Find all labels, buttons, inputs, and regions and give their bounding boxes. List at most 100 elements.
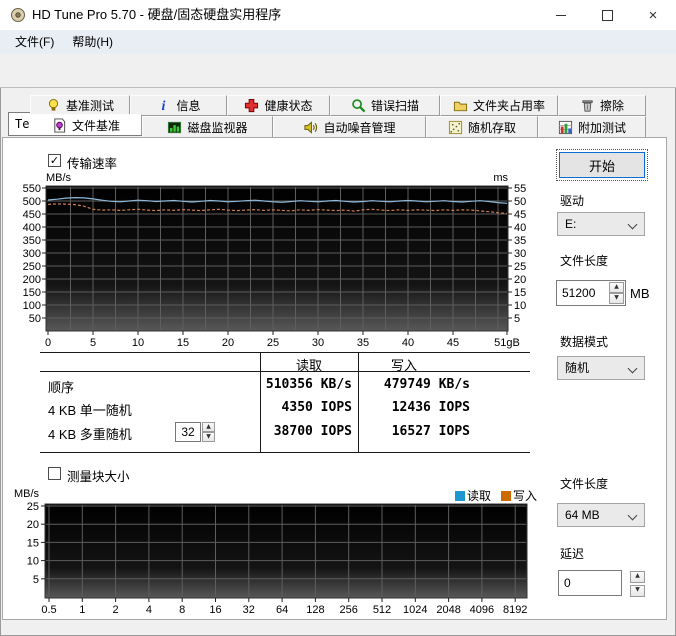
axis-tick-label: 25 — [514, 261, 526, 273]
write-value-0: 479749 KB/s — [383, 377, 470, 392]
chevron-down-icon — [627, 219, 638, 230]
axis-tick-label: 512 — [373, 604, 391, 616]
legend-label: 读取 — [467, 489, 492, 503]
check-icon: ✓ — [49, 154, 60, 167]
axis-tick-label: 45 — [447, 337, 459, 349]
axis-tick-label: MB/s — [14, 488, 40, 500]
delay-spin-down[interactable]: ▼ — [630, 585, 645, 597]
axis-tick-label: 30 — [312, 337, 324, 349]
axis-tick-label: 100 — [23, 300, 41, 312]
axis-tick-label: 25 — [267, 337, 279, 349]
queue-depth-spin-up[interactable]: ▲ — [202, 422, 215, 432]
file-length-value: 51200 — [562, 286, 596, 300]
block-size-chart: MB/s25 20 15 10 5 0.5 1 2 4 8 16 32 64 128 256 512 1024 2… — [14, 488, 528, 616]
file-length2-label: 文件长度 — [560, 477, 609, 491]
axis-tick-label: 2048 — [436, 604, 460, 616]
read-value-1: 4350 IOPS — [281, 400, 352, 415]
axis-tick-label: 40 — [514, 222, 526, 234]
read-value-0: 510356 KB/s — [265, 377, 352, 392]
axis-tick-label: 500 — [23, 196, 41, 208]
blocksize-chart-plot-area — [44, 503, 528, 599]
axis-tick-label: 1 — [79, 604, 85, 616]
column-header-read: 读取 — [295, 358, 322, 373]
axis-tick-label: 400 — [23, 222, 41, 234]
file-length-spin-up[interactable]: ▲ — [609, 282, 624, 293]
axis-tick-label: 15 — [27, 537, 39, 549]
axis-tick-label: 200 — [23, 274, 41, 286]
file-length2-value: 64 MB — [565, 508, 600, 522]
axis-tick-label: 5 — [514, 313, 520, 325]
transfer-rate-checkbox[interactable]: ✓ 传输速率 — [48, 154, 117, 171]
delay-spin-up[interactable]: ▲ — [630, 571, 645, 583]
delay-input[interactable]: 0 — [558, 570, 622, 596]
data-mode-select[interactable]: 随机 — [557, 356, 645, 380]
axis-tick-label: 50 — [29, 313, 41, 325]
axis-tick-label: 51gB — [494, 337, 520, 349]
block-size-label: 测量块大小 — [67, 470, 130, 484]
checkbox-box[interactable]: ✓ — [48, 154, 61, 167]
chart-legend: 读取 写入 — [455, 487, 537, 504]
axis-tick-label: 20 — [27, 519, 39, 531]
transfer-rate-label: 传输速率 — [67, 157, 118, 171]
tab-file-benchmark[interactable]: 文件基准 — [30, 114, 142, 135]
axis-tick-label: 15 — [514, 287, 526, 299]
row-label-0: 顺序 — [48, 380, 75, 395]
axis-tick-label: 32 — [243, 604, 255, 616]
drive-select-value: E: — [565, 217, 577, 231]
axis-tick-label: 10 — [27, 556, 39, 568]
write-value-2: 16527 IOPS — [391, 424, 470, 439]
file-benchmark-icon — [52, 117, 67, 133]
axis-tick-label: 4096 — [470, 604, 494, 616]
read-value-2: 38700 IOPS — [273, 424, 352, 439]
axis-tick-label: 8 — [179, 604, 185, 616]
axis-tick-label: 250 — [23, 261, 41, 273]
axis-tick-label: 50 — [514, 196, 526, 208]
file-length-input[interactable]: 51200 ▲ ▼ — [556, 280, 626, 306]
axis-tick-label: ms — [493, 172, 508, 184]
axis-tick-label: 300 — [23, 248, 41, 260]
write-value-1: 12436 IOPS — [391, 400, 470, 415]
data-mode-label: 数据模式 — [560, 335, 609, 349]
file-length-label: 文件长度 — [560, 254, 609, 268]
file-length-spin-down[interactable]: ▼ — [609, 293, 624, 304]
axis-tick-label: 20 — [514, 274, 526, 286]
legend-swatch — [455, 490, 465, 501]
axis-tick-label: 25 — [27, 501, 39, 513]
axis-tick-label: 10 — [132, 337, 144, 349]
queue-depth-value[interactable]: 32 — [175, 422, 201, 442]
axis-tick-label: 256 — [340, 604, 358, 616]
drive-select[interactable]: E: — [557, 212, 645, 236]
axis-tick-label: 2 — [113, 604, 119, 616]
checkbox-box[interactable] — [48, 467, 61, 480]
queue-depth-spinner[interactable]: 32 ▲ ▼ — [175, 422, 216, 442]
axis-tick-label: 16 — [209, 604, 221, 616]
chevron-down-icon — [627, 363, 638, 374]
queue-depth-spin-down[interactable]: ▼ — [202, 432, 215, 442]
axis-tick-label: 45 — [514, 209, 526, 221]
file-length-unit: MB — [630, 286, 650, 301]
axis-tick-label: 55 — [514, 183, 526, 195]
axis-tick-label: 0.5 — [41, 604, 56, 616]
transfer-rate-chart: MB/s ms5505004504003503002502001501005055… — [23, 172, 527, 349]
axis-tick-label: 8192 — [503, 604, 527, 616]
axis-tick-label: 150 — [23, 287, 41, 299]
axis-tick-label: 450 — [23, 209, 41, 221]
axis-tick-label: 5 — [90, 337, 96, 349]
legend-label: 写入 — [513, 489, 538, 503]
axis-tick-label: 15 — [177, 337, 189, 349]
axis-tick-label: 4 — [146, 604, 152, 616]
row-label-1: 4 KB 单一随机 — [48, 403, 132, 418]
tab-label: 文件基准 — [71, 118, 120, 133]
file-length2-select[interactable]: 64 MB — [557, 503, 645, 527]
start-button[interactable]: 开始 — [559, 152, 645, 178]
legend-item-write: 写入 — [501, 487, 537, 504]
axis-tick-label: 0 — [45, 337, 51, 349]
axis-tick-label: 20 — [222, 337, 234, 349]
axis-tick-label: 1024 — [403, 604, 427, 616]
block-size-checkbox[interactable]: 测量块大小 — [48, 467, 130, 484]
axis-tick-label: 64 — [276, 604, 288, 616]
axis-tick-label: 550 — [23, 183, 41, 195]
column-header-write: 写入 — [390, 358, 417, 373]
delay-label: 延迟 — [560, 547, 585, 561]
legend-swatch — [501, 490, 512, 501]
